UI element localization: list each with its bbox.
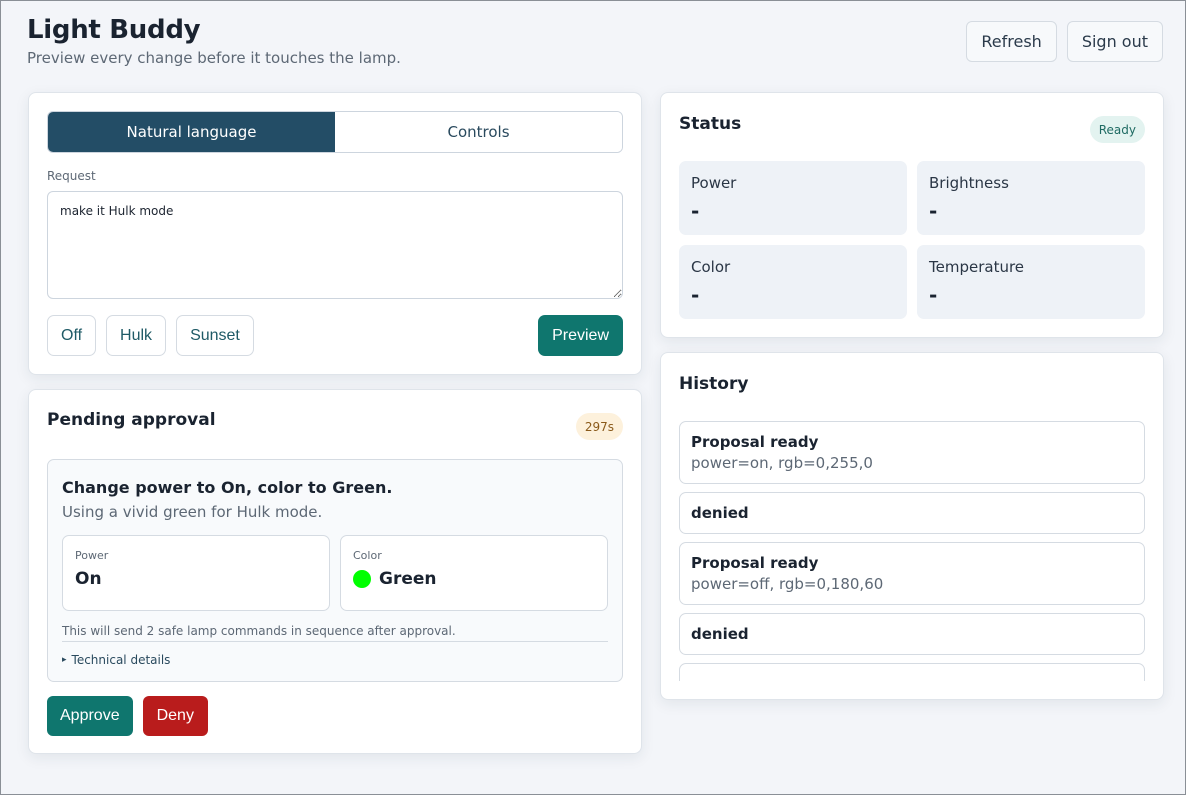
history-card: History Proposal ready power=on, rgb=0,2…	[660, 352, 1164, 700]
history-item: denied	[679, 492, 1145, 534]
mode-tabs: Natural language Controls	[47, 111, 623, 153]
preset-hulk-button[interactable]: Hulk	[106, 315, 167, 356]
pending-title: Pending approval	[47, 410, 216, 430]
history-item-title: Proposal ready	[691, 554, 819, 572]
history-list[interactable]: Proposal ready power=on, rgb=0,255,0 den…	[679, 421, 1145, 681]
sign-out-button[interactable]: Sign out	[1066, 21, 1163, 62]
proposal-note: This will send 2 safe lamp commands in s…	[62, 624, 456, 638]
preset-off-button[interactable]: Off	[47, 315, 97, 356]
proposal-panel: Change power to On, color to Green. Usin…	[47, 459, 623, 682]
request-card: Natural language Controls Request make i…	[28, 92, 642, 375]
status-color-label: Color	[691, 258, 731, 276]
status-brightness-value: -	[929, 199, 938, 223]
history-item-title: denied	[691, 625, 749, 643]
status-title: Status	[679, 114, 742, 134]
history-item-title: Proposal ready	[691, 433, 819, 451]
history-item-detail: power=on, rgb=0,255,0	[691, 454, 873, 472]
tab-natural-language[interactable]: Natural language	[48, 112, 335, 152]
proposed-color-value: Green	[379, 569, 437, 589]
status-badge: Ready	[1089, 116, 1145, 143]
history-item-detail: power=off, rgb=0,180,60	[691, 575, 884, 593]
history-item: Proposal ready power=on, rgb=0,255,0	[679, 421, 1145, 484]
preview-button[interactable]: Preview	[538, 315, 623, 356]
status-temperature-value: -	[929, 283, 938, 307]
proposed-power-value: On	[75, 569, 102, 589]
status-brightness: Brightness -	[917, 161, 1145, 235]
color-swatch-icon	[353, 570, 371, 588]
proposal-subtitle: Using a vivid green for Hulk mode.	[62, 503, 323, 521]
preset-sunset-button[interactable]: Sunset	[176, 315, 254, 356]
proposal-title: Change power to On, color to Green.	[62, 478, 393, 497]
status-power-label: Power	[691, 174, 737, 192]
tab-controls[interactable]: Controls	[335, 112, 622, 152]
triangle-right-icon: ▸	[62, 655, 67, 665]
history-item: Proposal ready power=off, rgb=0,180,60	[679, 542, 1145, 605]
history-item: denied	[679, 613, 1145, 655]
timer-badge: 297s	[575, 413, 623, 440]
approve-button[interactable]: Approve	[47, 696, 133, 736]
status-card: Status Ready Power - Brightness - Color …	[660, 92, 1164, 338]
request-label: Request	[47, 169, 96, 183]
status-power: Power -	[679, 161, 907, 235]
history-title: History	[679, 374, 749, 394]
status-temperature-label: Temperature	[929, 258, 1025, 276]
app-header: Light Buddy Preview every change before …	[27, 15, 1163, 75]
status-color: Color -	[679, 245, 907, 319]
history-item	[679, 663, 1145, 681]
technical-details-label: Technical details	[71, 653, 171, 667]
deny-button[interactable]: Deny	[142, 696, 208, 736]
proposed-color-box: Color Green	[340, 535, 608, 611]
technical-details-toggle[interactable]: ▸ Technical details	[62, 653, 170, 667]
status-power-value: -	[691, 199, 700, 223]
status-temperature: Temperature -	[917, 245, 1145, 319]
status-brightness-label: Brightness	[929, 174, 1009, 192]
history-item-title: denied	[691, 504, 749, 522]
refresh-button[interactable]: Refresh	[966, 21, 1057, 62]
request-input[interactable]: make it Hulk mode	[47, 191, 623, 299]
proposed-power-label: Power	[75, 549, 109, 562]
status-color-value: -	[691, 283, 700, 307]
divider	[62, 641, 608, 642]
proposed-power-box: Power On	[62, 535, 330, 611]
proposed-color-label: Color	[353, 549, 382, 562]
pending-approval-card: Pending approval 297s Change power to On…	[28, 389, 642, 754]
